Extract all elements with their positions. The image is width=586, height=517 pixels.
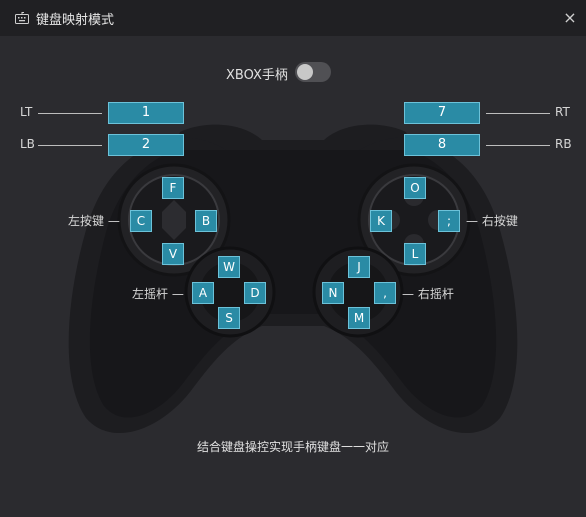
right-stick-label: — 右摇杆 bbox=[402, 287, 454, 301]
right-buttons-label: — 右按键 bbox=[466, 214, 518, 228]
rt-key[interactable]: 7 bbox=[404, 102, 480, 124]
right-stick-left-key[interactable]: N bbox=[322, 282, 344, 304]
left-button-left-key[interactable]: C bbox=[130, 210, 152, 232]
left-stick-left-key[interactable]: A bbox=[192, 282, 214, 304]
rb-connector bbox=[486, 145, 550, 146]
lb-connector bbox=[38, 145, 102, 146]
left-stick-down-key[interactable]: S bbox=[218, 307, 240, 329]
rb-label: RB bbox=[555, 137, 572, 151]
left-stick-right-key[interactable]: D bbox=[244, 282, 266, 304]
left-stick-up-key[interactable]: W bbox=[218, 256, 240, 278]
lt-label: LT bbox=[20, 105, 33, 119]
rt-connector bbox=[486, 113, 550, 114]
right-button-up-key[interactable]: O bbox=[404, 177, 426, 199]
hint-text: 结合键盘操控实现手柄键盘一一对应 bbox=[196, 440, 389, 454]
left-button-right-key[interactable]: B bbox=[195, 210, 217, 232]
left-buttons-label: 左按键 — bbox=[68, 214, 120, 228]
lt-connector bbox=[38, 113, 102, 114]
left-button-down-key[interactable]: V bbox=[162, 243, 184, 265]
right-button-down-key[interactable]: L bbox=[404, 243, 426, 265]
lt-key[interactable]: 1 bbox=[108, 102, 184, 124]
left-button-up-key[interactable]: F bbox=[162, 177, 184, 199]
right-stick-right-key[interactable]: , bbox=[374, 282, 396, 304]
right-button-right-key[interactable]: ; bbox=[438, 210, 460, 232]
right-stick-up-key[interactable]: J bbox=[348, 256, 370, 278]
right-stick-down-key[interactable]: M bbox=[348, 307, 370, 329]
left-stick-label: 左摇杆 — bbox=[132, 287, 184, 301]
lb-label: LB bbox=[20, 137, 35, 151]
rb-key[interactable]: 8 bbox=[404, 134, 480, 156]
lb-key[interactable]: 2 bbox=[108, 134, 184, 156]
rt-label: RT bbox=[555, 105, 570, 119]
right-button-left-key[interactable]: K bbox=[370, 210, 392, 232]
